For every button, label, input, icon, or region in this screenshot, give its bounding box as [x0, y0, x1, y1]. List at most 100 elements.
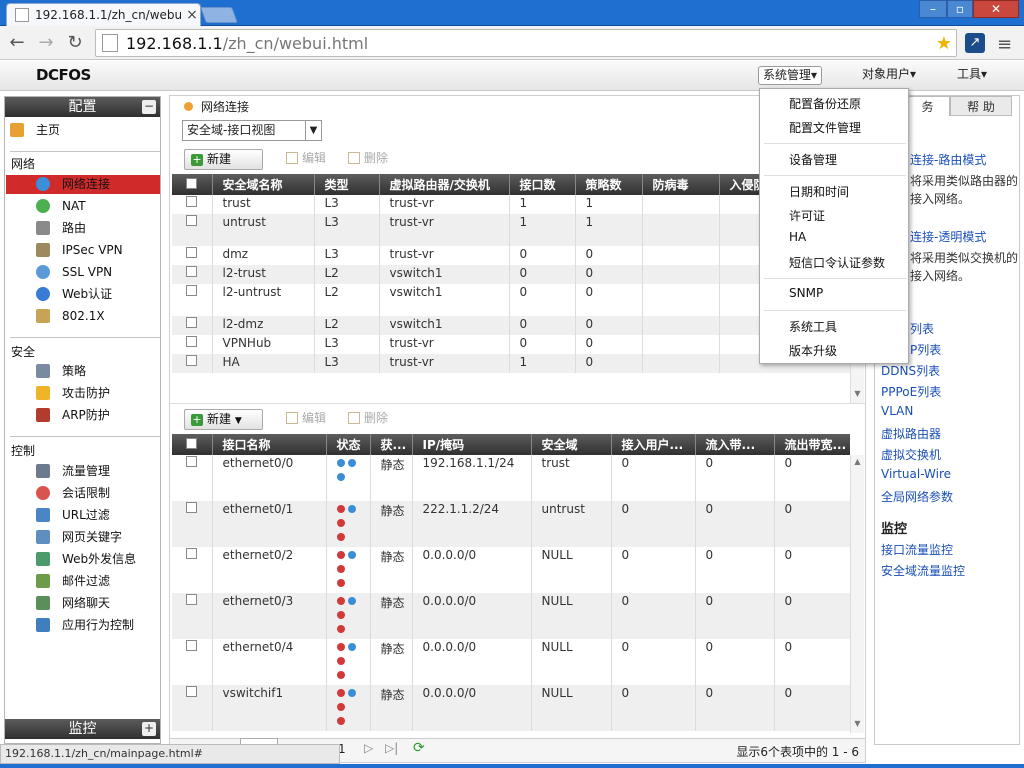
next-page-icon[interactable]: ▷ [364, 741, 373, 755]
reload-icon[interactable]: ↻ [64, 32, 86, 54]
table-row[interactable]: untrust L3 trust-vr 1 1 [172, 214, 850, 246]
close-tab-icon[interactable]: × [184, 7, 200, 23]
table-row[interactable]: ethernet0/2 静态 0.0.0.0/0 NULL 0 0 0 [172, 547, 850, 593]
column-header[interactable]: 虚拟路由器/交换机 [379, 174, 510, 195]
edit-zone-button[interactable]: 编辑 [286, 149, 326, 170]
sidebar-item-nat[interactable]: NAT [6, 197, 160, 216]
sidebar-item-policy[interactable]: 策略 [6, 362, 160, 381]
row-checkbox[interactable] [186, 502, 197, 513]
table-row[interactable]: ethernet0/3 静态 0.0.0.0/0 NULL 0 0 0 [172, 593, 850, 639]
right-link[interactable]: 虚拟交换机 [881, 446, 941, 463]
table-row[interactable]: ethernet0/4 静态 0.0.0.0/0 NULL 0 0 0 [172, 639, 850, 685]
select-all-checkbox[interactable] [172, 434, 213, 455]
select-all-checkbox[interactable] [172, 174, 213, 195]
column-header[interactable]: 防病毒 [642, 174, 720, 195]
column-header[interactable]: 安全域名称 [212, 174, 315, 195]
column-header[interactable]: IP/掩码 [412, 434, 532, 455]
table-row[interactable]: trust L3 trust-vr 1 1 [172, 195, 850, 214]
scroll-down-icon[interactable]: ▼ [851, 389, 864, 401]
new-zone-button[interactable]: + 新建 [184, 149, 263, 170]
view-select[interactable]: 安全域-接口视图 ▼ [182, 120, 322, 141]
sidebar-item-routing[interactable]: 路由 [6, 219, 160, 238]
interfaces-scrollbar[interactable]: ▲ ▼ [850, 455, 864, 733]
sidebar-item-home[interactable]: 主页 [6, 121, 160, 140]
sidebar-item-attack-defense[interactable]: 攻击防护 [6, 384, 160, 403]
sidebar-item-web-auth[interactable]: Web认证 [6, 285, 160, 304]
row-checkbox[interactable] [186, 266, 197, 277]
bookmark-star-icon[interactable]: ★ [936, 33, 952, 54]
extension-icon[interactable]: ↗ [965, 33, 985, 53]
last-page-icon[interactable]: ▷| [385, 741, 398, 755]
browser-menu-icon[interactable]: ≡ [997, 34, 1012, 55]
delete-zone-button[interactable]: 删除 [348, 149, 388, 170]
menu-item-config-file[interactable]: 配置文件管理 [789, 119, 861, 136]
back-arrow-icon[interactable]: ← [6, 32, 28, 54]
column-header[interactable]: 接入用户... [611, 434, 696, 455]
refresh-icon[interactable]: ⟳ [413, 740, 425, 756]
edit-interface-button[interactable]: 编辑 [286, 409, 326, 430]
sidebar-config-header[interactable]: 配置 − [5, 97, 160, 117]
sidebar-item-session-limit[interactable]: 会话限制 [6, 484, 160, 503]
address-bar[interactable]: 192.168.1.1/zh_cn/webui.html ★ [95, 29, 957, 57]
right-link[interactable]: Virtual-Wire [881, 467, 951, 481]
route-mode-link[interactable]: 连接-路由模式 [910, 151, 986, 168]
expand-icon[interactable]: + [142, 722, 156, 736]
column-header[interactable]: 类型 [314, 174, 380, 195]
table-row[interactable]: l2-dmz L2 vswitch1 0 0 [172, 316, 850, 335]
scroll-up-icon[interactable]: ▲ [851, 457, 864, 469]
column-header[interactable]: 流入带... [695, 434, 775, 455]
sidebar-item-arp-defense[interactable]: ARP防护 [6, 406, 160, 425]
table-row[interactable]: HA L3 trust-vr 1 0 [172, 354, 850, 373]
browser-tab[interactable]: 192.168.1.1/zh_cn/webu × [6, 3, 201, 26]
table-row[interactable]: dmz L3 trust-vr 0 0 [172, 246, 850, 265]
menu-tools[interactable]: 工具▾ [953, 66, 991, 85]
sidebar-item-web-outbound[interactable]: Web外发信息 [6, 550, 160, 569]
sidebar-item-app-control[interactable]: 应用行为控制 [6, 616, 160, 635]
table-row[interactable]: l2-trust L2 vswitch1 0 0 [172, 265, 850, 284]
row-checkbox[interactable] [186, 285, 197, 296]
row-checkbox[interactable] [186, 548, 197, 559]
right-link[interactable]: P列表 [910, 341, 941, 358]
table-row[interactable]: ethernet0/1 静态 222.1.1.2/24 untrust 0 0 0 [172, 501, 850, 547]
column-header[interactable]: 安全域 [531, 434, 612, 455]
row-checkbox[interactable] [186, 355, 197, 366]
sidebar-monitor-header[interactable]: 监控 + [5, 719, 160, 739]
right-link[interactable]: VLAN [881, 404, 913, 418]
new-interface-button[interactable]: + 新建 ▼ [184, 409, 263, 430]
sidebar-item-8021x[interactable]: 802.1X [6, 307, 160, 326]
sidebar-item-traffic-management[interactable]: 流量管理 [6, 462, 160, 481]
column-header[interactable]: 流出带宽... [774, 434, 850, 455]
row-checkbox[interactable] [186, 686, 197, 697]
maximize-button[interactable]: ▫ [947, 0, 973, 18]
close-window-button[interactable]: ✕ [973, 0, 1019, 18]
right-link[interactable]: 接口流量监控 [881, 541, 953, 558]
table-row[interactable]: vswitchif1 静态 0.0.0.0/0 NULL 0 0 0 [172, 685, 850, 731]
right-link[interactable]: PPPoE列表 [881, 383, 941, 400]
tab-tasks[interactable]: 务 [905, 96, 950, 116]
table-row[interactable]: l2-untrust L2 vswitch1 0 0 [172, 284, 850, 316]
menu-item-system-tools[interactable]: 系统工具 [789, 318, 837, 335]
sidebar-item-network-chat[interactable]: 网络聊天 [6, 594, 160, 613]
new-tab-button[interactable] [200, 7, 238, 23]
tab-help[interactable]: 帮 助 [950, 96, 1012, 116]
menu-item-upgrade[interactable]: 版本升级 [789, 342, 837, 359]
sidebar-item-url-filter[interactable]: URL过滤 [6, 506, 160, 525]
scroll-down-icon[interactable]: ▼ [851, 719, 864, 731]
menu-item-ha[interactable]: HA [789, 230, 806, 244]
table-row[interactable]: VPNHub L3 trust-vr 0 0 [172, 335, 850, 354]
row-checkbox[interactable] [186, 456, 197, 467]
row-checkbox[interactable] [186, 594, 197, 605]
row-checkbox[interactable] [186, 640, 197, 651]
menu-item-snmp[interactable]: SNMP [789, 286, 823, 300]
minimize-button[interactable]: – [919, 0, 947, 18]
collapse-icon[interactable]: − [142, 100, 156, 114]
right-link[interactable]: 全局网络参数 [881, 488, 953, 505]
row-checkbox[interactable] [186, 336, 197, 347]
row-checkbox[interactable] [186, 196, 197, 207]
row-checkbox[interactable] [186, 215, 197, 226]
menu-objects-users[interactable]: 对象用户▾ [858, 66, 920, 85]
row-checkbox[interactable] [186, 317, 197, 328]
menu-item-sms-auth[interactable]: 短信口令认证参数 [789, 254, 885, 271]
table-row[interactable]: ethernet0/0 静态 192.168.1.1/24 trust 0 0 0 [172, 455, 850, 501]
sidebar-item-mail-filter[interactable]: 邮件过滤 [6, 572, 160, 591]
